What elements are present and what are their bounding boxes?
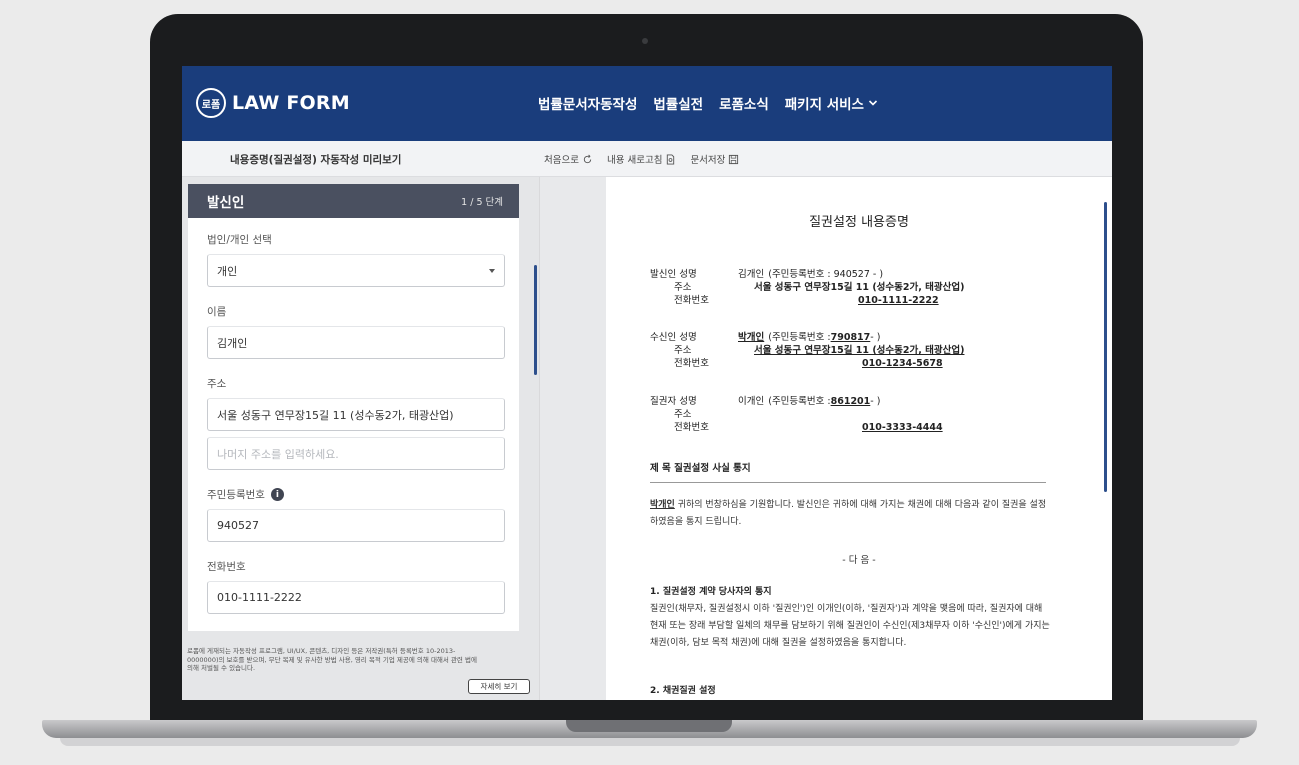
type-select[interactable]: 개인 [207,254,505,287]
sender-name: 김개인 [738,269,765,280]
address-input[interactable]: 서울 성동구 연무장15길 11 (성수동2가, 태광산업) [207,398,505,431]
document-scrollbar[interactable] [1104,202,1107,492]
sender-addr-key: 주소 [674,282,692,293]
panel-title: 발신인 [207,195,245,211]
logo-text: LAW FORM [232,92,350,114]
save-icon [729,154,739,164]
preview-title: 내용증명(질권설정) 자동작성 미리보기 [230,154,402,166]
screen: 로폼 LAW FORM 법률문서자동작성 법률실전 로폼소식 패키지 서비스 내… [182,66,1112,700]
phone-label: 전화번호 [207,561,246,573]
reset-button[interactable]: 처음으로 [544,152,593,166]
section-1-title: 1. 질권설정 계약 당사자의 통지 [650,587,772,597]
pledgor-addr-key: 주소 [674,409,692,420]
reload-content-label: 내용 새로고침 [606,155,663,166]
pledgor-name-key: 질권자 성명 [650,396,697,407]
sender-addr: 서울 성동구 연무장15길 11 (성수동2가, 태광산업) [754,282,965,293]
pledgor-rrn-suffix: - ) [870,396,881,407]
nav-package[interactable]: 패키지 서비스 [785,93,878,113]
pledgor-phone: 010-3333-4444 [862,422,943,433]
main-nav: 법률문서자동작성 법률실전 로폼소식 패키지 서비스 [538,93,878,113]
address-label: 주소 [207,378,227,390]
receiver-addr-key: 주소 [674,345,692,356]
name-input[interactable]: 김개인 [207,326,505,359]
pledgor-phone-key: 전화번호 [674,422,709,433]
document-title: 질권설정 내용증명 [809,215,909,230]
section-2-title: 2. 채권질권 설정 [650,686,716,696]
panel-step: 1 / 5 단계 [461,197,503,208]
logo-mark-icon: 로폼 [196,88,226,118]
save-document-button[interactable]: 문서저장 [690,152,739,166]
top-header: 로폼 LAW FORM 법률문서자동작성 법률실전 로폼소식 패키지 서비스 [182,66,1112,141]
save-document-label: 문서저장 [690,155,726,166]
pledgor-name: 이개인 [738,396,765,407]
sender-phone: 010-1111-2222 [858,295,939,306]
nav-document-auto[interactable]: 법률문서자동작성 [538,93,637,113]
preview-gutter [539,177,606,700]
rrn-label-row: 주민등록번호 i [207,487,519,502]
input-column: 발신인 1 / 5 단계 법인/개인 선택 개인 이름 김개인 주소 서울 성동… [182,177,539,700]
receiver-name: 박개인 [738,332,765,343]
laptop-notch [566,720,732,732]
section-1: 1. 질권설정 계약 당사자의 통지 질권인(채무자, 질권설정시 이하 '질권… [650,584,1050,652]
nav-package-label: 패키지 서비스 [784,97,864,113]
laptop-shadow [60,738,1240,746]
intro-paragraph: 박개인 귀하의 번창하심을 기원합니다. 발신인은 귀하에 대해 가지는 채권에… [650,497,1050,531]
sub-bar: 내용증명(질권설정) 자동작성 미리보기 처음으로 내용 새로고침 문서저장 [182,141,1112,177]
chevron-down-icon [868,100,878,106]
pledgor-rrn-prefix: (주민등록번호 : [768,396,831,407]
receiver-block: 수신인 성명 박개인 (주민등록번호 : 790817 - ) 주소 서울 성동구 연… [650,331,964,370]
receiver-rrn-num: 790817 [830,332,871,343]
sender-phone-key: 전화번호 [674,295,709,306]
sender-block: 발신인 성명 김개인 (주민등록번호 : 940527 - ) 주소 서울 성동구 연… [650,268,964,307]
intro-name: 박개인 [650,500,675,510]
document-search-icon [667,153,675,165]
address-detail-input[interactable]: 나머지 주소를 입력하세요. [207,437,505,470]
document-heading: - 다 음 - [842,555,876,566]
receiver-addr: 서울 성동구 연무장15길 11 (성수동2가, 태광산업) [754,345,965,356]
logo[interactable]: 로폼 LAW FORM [196,88,350,118]
receiver-phone: 010-1234-5678 [862,358,943,369]
nav-news[interactable]: 로폼소식 [719,93,769,113]
type-label: 법인/개인 선택 [207,234,272,246]
document-subject: 제 목 질권설정 사실 통지 [650,460,1046,483]
pledgor-rrn-num: 861201 [830,396,871,407]
info-icon[interactable]: i [270,488,284,501]
nav-legal-practice[interactable]: 법률실전 [653,93,703,113]
refresh-icon [583,154,592,163]
pledgor-block: 질권자 성명 이개인 (주민등록번호 : 861201 - ) 주소 전화번호 010… [650,395,943,434]
preview-actions: 처음으로 내용 새로고침 문서저장 [544,152,739,166]
rrn-input[interactable]: 940527 [207,509,505,542]
section-2: 2. 채권질권 설정 [650,683,1050,700]
more-info-button[interactable]: 자세히 보기 [468,679,530,694]
caret-down-icon [489,268,495,273]
sender-rrn: (주민등록번호 : 940527 - ) [768,269,884,280]
type-select-value: 개인 [217,264,238,278]
rrn-label: 주민등록번호 [207,489,265,501]
receiver-rrn-suffix: - ) [870,332,881,343]
receiver-phone-key: 전화번호 [674,358,709,369]
phone-input[interactable]: 010-1111-2222 [207,581,505,614]
document-preview: 질권설정 내용증명 발신인 성명 김개인 (주민등록번호 : 940527 - ) … [606,177,1112,700]
copyright-notice: 로폼에 게재되는 자동작성 프로그램, UI/UX, 콘텐츠, 디자인 등은 저… [187,647,477,672]
name-label: 이름 [207,306,227,318]
sender-form: 법인/개인 선택 개인 이름 김개인 주소 서울 성동구 연무장15길 11 (… [188,232,519,614]
camera-dot [642,38,648,44]
reload-content-button[interactable]: 내용 새로고침 [607,152,676,166]
form-scrollbar[interactable] [534,265,537,375]
panel-header: 발신인 1 / 5 단계 [188,184,519,218]
intro-text: 귀하의 번창하심을 기원합니다. 발신인은 귀하에 대해 가지는 채권에 대해 … [650,500,1047,527]
sender-name-key: 발신인 성명 [650,269,697,280]
receiver-rrn-prefix: (주민등록번호 : [768,332,831,343]
receiver-name-key: 수신인 성명 [650,332,697,343]
sender-form-panel: 발신인 1 / 5 단계 법인/개인 선택 개인 이름 김개인 주소 서울 성동… [188,184,519,631]
section-1-body: 질권인(채무자, 질권설정시 이하 '질권인')인 이개인(이하, '질권자')… [650,604,1050,648]
reset-label: 처음으로 [544,155,579,166]
